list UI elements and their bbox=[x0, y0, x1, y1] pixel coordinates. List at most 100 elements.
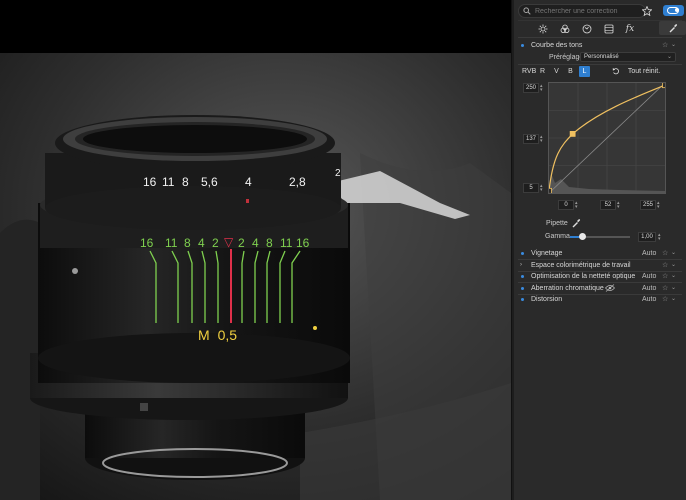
search-input[interactable] bbox=[535, 6, 643, 16]
focus-value: 0,5 bbox=[217, 327, 238, 343]
stepper-icon[interactable]: ▴ ▾ bbox=[540, 184, 543, 193]
compare-toggle[interactable] bbox=[663, 5, 684, 16]
aperture-11: 11 bbox=[162, 175, 175, 189]
channel-v[interactable]: V bbox=[552, 66, 561, 77]
channel-b[interactable]: B bbox=[566, 66, 575, 77]
stepper-icon[interactable]: ▴ ▾ bbox=[540, 135, 543, 144]
favorite-button[interactable] bbox=[639, 4, 655, 18]
chevron-down-icon[interactable]: ⌄ bbox=[671, 284, 676, 291]
star-icon[interactable]: ☆ bbox=[662, 41, 668, 49]
curve-control-point bbox=[569, 131, 576, 137]
chevron-down-icon[interactable]: ⌄ bbox=[671, 295, 676, 302]
channel-rvb[interactable]: RVB bbox=[522, 66, 536, 77]
palette-toolbar: fx bbox=[518, 20, 686, 36]
dof-left-16: 16 bbox=[140, 236, 154, 250]
input-left-field[interactable]: 0 bbox=[558, 200, 574, 210]
effects-tab[interactable]: fx bbox=[623, 23, 637, 35]
dof-right-16: 16 bbox=[296, 236, 310, 250]
enabled-dot-icon[interactable] bbox=[521, 252, 524, 255]
light-tab[interactable] bbox=[536, 23, 550, 35]
grid-icon bbox=[604, 24, 614, 34]
correction-mode[interactable]: Auto bbox=[642, 250, 656, 257]
aperture-2: 2 bbox=[335, 168, 341, 179]
correction-mode[interactable]: Auto bbox=[642, 296, 656, 303]
pick-tool-button[interactable] bbox=[659, 21, 686, 35]
stepper-icon[interactable]: ▴ ▾ bbox=[540, 84, 543, 93]
stepper-icon[interactable]: ▴ ▾ bbox=[617, 201, 620, 210]
channel-l[interactable]: L bbox=[579, 66, 590, 77]
stepper-icon[interactable]: ▴ ▾ bbox=[658, 233, 661, 242]
output-mid-field[interactable]: 137 bbox=[523, 134, 539, 144]
toggle-dot bbox=[675, 8, 679, 12]
gamma-slider[interactable] bbox=[570, 233, 630, 240]
correction-title: Optimisation de la netteté optique bbox=[531, 273, 636, 280]
output-top-field[interactable]: 250 bbox=[523, 83, 539, 93]
correction-mode[interactable]: Auto bbox=[642, 285, 656, 292]
dof-right-8: 8 bbox=[266, 236, 273, 250]
sun-icon bbox=[538, 24, 548, 34]
detail-tab[interactable] bbox=[580, 23, 594, 35]
stepper-icon[interactable]: ▴ ▾ bbox=[575, 201, 578, 210]
chevron-down-icon[interactable]: ⌄ bbox=[671, 272, 676, 279]
reset-channel-button[interactable] bbox=[610, 66, 622, 77]
correction-title: Distorsion bbox=[531, 296, 563, 303]
chevron-right-icon[interactable]: › bbox=[520, 262, 522, 268]
search-box[interactable] bbox=[518, 4, 646, 18]
separator bbox=[518, 64, 682, 65]
correction-row[interactable]: Vignetage Auto ☆ ⌄ bbox=[514, 248, 686, 259]
correction-row[interactable]: Distorsion Auto ☆ ⌄ bbox=[514, 294, 686, 305]
aperture-16: 16 bbox=[143, 175, 157, 189]
correction-title: Espace colorimétrique de travail bbox=[531, 262, 631, 269]
gamma-label: Gamma bbox=[545, 233, 570, 240]
dof-right-4: 4 bbox=[252, 236, 259, 250]
tone-curve-header[interactable]: Courbe des tons ☆ ⌄ bbox=[514, 40, 686, 51]
reset-all-button[interactable]: Tout réinit. bbox=[626, 66, 662, 77]
tone-curve-title: Courbe des tons bbox=[531, 42, 583, 49]
star-icon[interactable]: ☆ bbox=[662, 261, 668, 269]
image-viewer: 16 11 8 5,6 4 2,8 2 16 11 8 4 2 ▽ 2 4 8 … bbox=[0, 0, 511, 500]
correction-row[interactable]: › Espace colorimétrique de travail ☆ ⌄ bbox=[514, 260, 686, 271]
dof-left-2: 2 bbox=[212, 236, 219, 250]
star-icon[interactable]: ☆ bbox=[662, 284, 668, 292]
curve-control-point bbox=[549, 187, 552, 193]
channel-r[interactable]: R bbox=[538, 66, 547, 77]
geometry-tab[interactable] bbox=[602, 23, 616, 35]
pipette-button[interactable] bbox=[571, 218, 583, 228]
input-right-field[interactable]: 255 bbox=[640, 200, 656, 210]
enabled-dot-icon[interactable] bbox=[521, 275, 524, 278]
star-icon bbox=[642, 6, 652, 16]
fx-icon: fx bbox=[625, 24, 635, 34]
stepper-icon[interactable]: ▴ ▾ bbox=[657, 201, 660, 210]
output-bottom-field[interactable]: 5 bbox=[523, 183, 539, 193]
enabled-dot-icon[interactable] bbox=[521, 287, 524, 290]
focus-label: M bbox=[198, 327, 210, 343]
star-icon[interactable]: ☆ bbox=[662, 272, 668, 280]
chevron-down-icon[interactable]: ⌄ bbox=[671, 249, 676, 256]
dropdown-icon: ⌄ bbox=[666, 54, 672, 60]
preset-select[interactable]: Personnalisé ⌄ bbox=[580, 52, 676, 62]
chevron-down-icon[interactable]: ⌄ bbox=[671, 41, 676, 48]
aperture-2-8: 2,8 bbox=[289, 175, 306, 189]
aperture-8: 8 bbox=[182, 175, 189, 189]
pipette-label: Pipette bbox=[546, 220, 568, 227]
correction-row[interactable]: Aberration chromatique Auto ☆ ⌄ bbox=[514, 283, 686, 294]
correction-row[interactable]: Optimisation de la netteté optique Auto ☆ ⌄ bbox=[514, 271, 686, 282]
dof-index-triangle: ▽ bbox=[224, 235, 234, 249]
input-mid-field[interactable]: 52 bbox=[600, 200, 616, 210]
star-icon[interactable]: ☆ bbox=[662, 295, 668, 303]
correction-title: Aberration chromatique bbox=[531, 285, 604, 292]
preset-label: Préréglage bbox=[549, 54, 584, 61]
tone-curve-graph[interactable] bbox=[548, 82, 666, 194]
preset-value: Personnalisé bbox=[584, 54, 619, 60]
correction-title: Vignetage bbox=[531, 250, 563, 257]
star-icon[interactable]: ☆ bbox=[662, 249, 668, 257]
enabled-dot-icon[interactable] bbox=[521, 298, 524, 301]
gamma-slider-thumb[interactable] bbox=[578, 233, 586, 240]
eye-icon[interactable] bbox=[605, 284, 615, 294]
correction-mode[interactable]: Auto bbox=[642, 273, 656, 280]
color-tab[interactable] bbox=[558, 23, 572, 35]
gamma-value-field[interactable]: 1,00 bbox=[638, 232, 656, 242]
lens-photo bbox=[0, 53, 511, 500]
curve-control-point bbox=[662, 83, 665, 89]
chevron-down-icon[interactable]: ⌄ bbox=[671, 261, 676, 268]
